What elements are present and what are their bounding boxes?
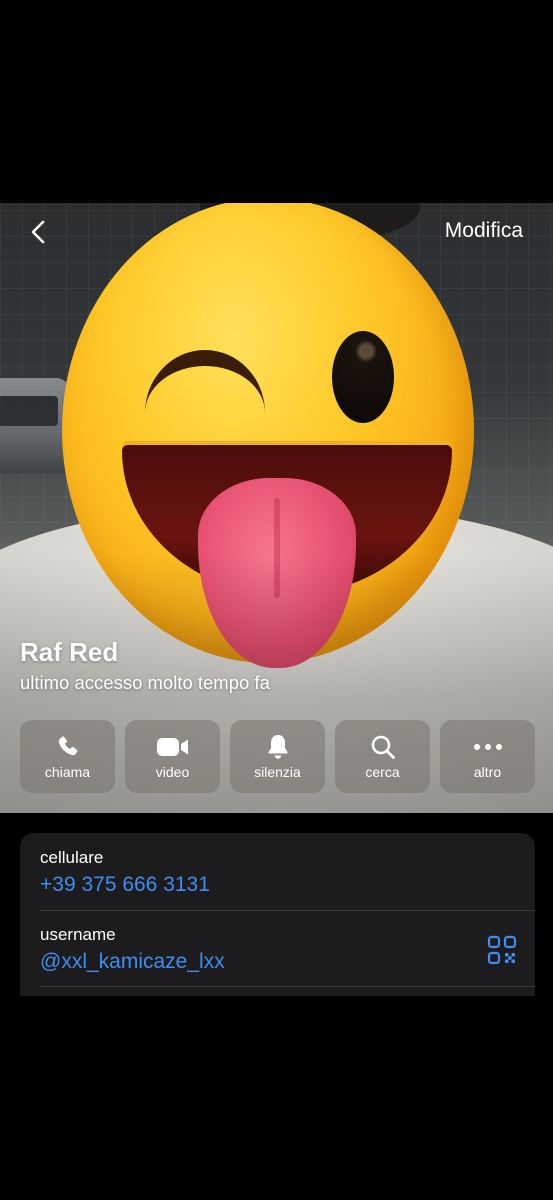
emoji-wink-eye: [145, 350, 265, 420]
more-label: altro: [473, 764, 502, 780]
emoji-open-eye: [332, 331, 394, 423]
edit-button[interactable]: Modifica: [437, 211, 531, 251]
qr-code-icon: [487, 935, 517, 965]
call-label: chiama: [44, 764, 91, 780]
background-car: [0, 378, 70, 473]
mute-button[interactable]: silenzia: [230, 720, 325, 793]
search-label: cerca: [365, 764, 400, 780]
search-button[interactable]: cerca: [335, 720, 430, 793]
back-button[interactable]: [20, 212, 56, 252]
contact-name: Raf Red: [20, 637, 119, 667]
phone-label: cellulare: [40, 848, 104, 867]
contact-info-card: cellulare +39 375 666 3131 username @xxl…: [20, 833, 535, 996]
username-link[interactable]: @xxl_kamicaze_lxx: [40, 950, 225, 974]
screen: Modifica Raf Red ultimo accesso molto te…: [0, 0, 553, 1200]
phone-number-link[interactable]: +39 375 666 3131: [40, 873, 210, 897]
chevron-left-icon: [31, 220, 45, 244]
bell-icon: [266, 733, 290, 761]
last-seen-status: ultimo accesso molto tempo fa: [20, 672, 270, 693]
username-row[interactable]: username @xxl_kamicaze_lxx: [40, 910, 535, 988]
username-label: username: [40, 925, 116, 944]
more-button[interactable]: altro: [440, 720, 535, 793]
qr-code-button[interactable]: [487, 935, 517, 965]
video-camera-icon: [156, 733, 190, 761]
divider: [40, 986, 535, 987]
search-icon: [370, 733, 396, 761]
more-icon: [473, 733, 503, 761]
phone-icon: [55, 733, 81, 761]
video-button[interactable]: video: [125, 720, 220, 793]
mute-label: silenzia: [254, 764, 301, 780]
call-button[interactable]: chiama: [20, 720, 115, 793]
action-bar: chiama video silenzia cerca altro: [20, 720, 535, 793]
video-label: video: [155, 764, 190, 780]
phone-row[interactable]: cellulare +39 375 666 3131: [20, 833, 535, 910]
